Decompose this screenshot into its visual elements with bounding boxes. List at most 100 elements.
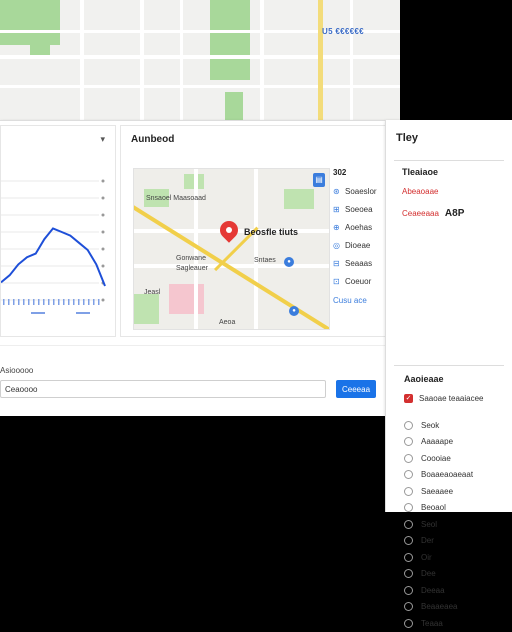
x-tick	[48, 299, 50, 305]
list-item[interactable]: ⊕ Aoehas	[333, 218, 381, 236]
filter-radio-option[interactable]: Aaaaape	[404, 434, 504, 451]
x-tick-label	[76, 312, 90, 314]
radio-label: Der	[421, 536, 434, 546]
radio-label: Aaaaape	[421, 437, 454, 447]
radio-label: Teaaa	[421, 618, 443, 628]
x-tick	[43, 299, 45, 305]
filter-checkbox[interactable]: ✓ Saaoae teaaiacee	[404, 394, 504, 403]
x-tick	[23, 299, 25, 305]
poi-icon[interactable]: ●	[289, 306, 299, 316]
list-item[interactable]: ⊡ Coeuor	[333, 272, 381, 290]
map-area-label: U5 €€€€€€	[322, 27, 364, 36]
list-item[interactable]: ◎ Dioeae	[333, 236, 381, 254]
summary-title: Tleaiaoe	[402, 167, 439, 177]
x-tick	[78, 299, 80, 305]
radio-label: Seol	[421, 519, 438, 529]
list-item-label: Seaaas	[345, 258, 373, 268]
map-street-label: Jeasl	[144, 289, 161, 296]
x-tick	[33, 299, 35, 305]
x-tick-label	[31, 312, 45, 314]
list-item-label: Coeuor	[345, 276, 372, 286]
summary-row: Ceaeeaaa A8P	[402, 208, 504, 219]
x-tick	[63, 299, 65, 305]
radio-label: Beaaeaea	[421, 602, 458, 612]
bank-icon: ⊟	[333, 258, 340, 268]
filter-radio-option[interactable]: Dee	[404, 566, 504, 583]
poi-list-header: 302	[333, 168, 347, 177]
embedded-map[interactable]: Snsaoel Maasoaad Gonwane Sagleauer Jeasl…	[133, 168, 330, 330]
hotel-icon: ⊕	[333, 222, 340, 232]
filter-radio-option[interactable]: Beoaol	[404, 500, 504, 517]
cafe-icon: ◎	[333, 240, 340, 250]
gridline-marker	[101, 179, 105, 183]
list-item-label: Dioeae	[345, 240, 371, 250]
checkbox-checked-icon: ✓	[404, 394, 413, 403]
map-layers-button[interactable]: ▤	[313, 173, 325, 187]
filter-section-title: Aaoieaae	[404, 374, 444, 384]
gridline-marker	[101, 196, 105, 200]
radio-label: Saeaaee	[421, 486, 454, 496]
shop-icon: ⊞	[333, 204, 340, 214]
filter-radio-option[interactable]: Deeaa	[404, 582, 504, 599]
list-item[interactable]: ⊟ Seaaas	[333, 254, 381, 272]
x-tick	[73, 299, 75, 305]
right-panel: Tley Tleaiaoe Abeaoaae Ceaeeaaa A8P Aaoie…	[385, 120, 512, 628]
gridline-marker	[101, 264, 105, 268]
x-tick	[93, 299, 95, 305]
radio-icon	[404, 470, 413, 480]
map-street-label: Snsaoel Maasoaad	[146, 195, 206, 202]
filter-radio-option[interactable]: Beaaeaea	[404, 599, 504, 616]
parking-icon: ⊡	[333, 276, 340, 286]
gridline-marker	[101, 247, 105, 251]
summary-row: Abeaoaae	[402, 187, 439, 196]
list-item[interactable]: ⊛ Soaeslor	[333, 182, 381, 200]
radio-icon	[404, 453, 413, 463]
search-input[interactable]	[0, 380, 326, 398]
x-tick	[28, 299, 30, 305]
line-chart	[1, 179, 106, 314]
checkbox-label: Saaoae teaaiacee	[419, 394, 484, 403]
radio-label: Dee	[421, 569, 436, 579]
radio-label: Beoaol	[421, 503, 446, 513]
radio-icon	[404, 569, 413, 579]
poi-icon[interactable]: ●	[284, 257, 294, 267]
list-item[interactable]: ⊞ Soeoea	[333, 200, 381, 218]
filter-radio-option[interactable]: Seok	[404, 417, 504, 434]
more-link[interactable]: Cusu ace	[333, 296, 381, 305]
map-street-label: Sagleauer	[176, 265, 208, 272]
x-tick	[83, 299, 85, 305]
filter-radio-option[interactable]: Seol	[404, 516, 504, 533]
filter-radio-option[interactable]: Oir	[404, 549, 504, 566]
list-item-label: Aoehas	[345, 222, 373, 232]
search-form: Asiooooo Ceeeaa	[0, 345, 385, 406]
x-tick	[3, 299, 5, 305]
background-map[interactable]: U5 €€€€€€	[0, 0, 400, 120]
map-card-header: Aunbeod	[131, 134, 175, 145]
filter-radio-option[interactable]: Teaaa	[404, 615, 504, 632]
map-card: Aunbeod Snsaoel Maasoaad Gonwane Sagleau…	[120, 125, 387, 337]
filter-radio-option[interactable]: Der	[404, 533, 504, 550]
filter-radio-option[interactable]: Coooiae	[404, 450, 504, 467]
filter-radio-option[interactable]: Saeaaee	[404, 483, 504, 500]
radio-icon	[404, 536, 413, 546]
map-street-label: Aeoa	[219, 319, 236, 326]
summary-row-label: Ceaeeaaa	[402, 209, 439, 218]
gridline-marker	[101, 298, 105, 302]
x-tick	[53, 299, 55, 305]
pin-label: Beosfle tiuts	[244, 227, 299, 237]
submit-button[interactable]: Ceeeaa	[336, 380, 376, 398]
gridline-marker	[101, 230, 105, 234]
x-tick	[8, 299, 10, 305]
radio-icon	[404, 552, 413, 562]
x-tick	[18, 299, 20, 305]
x-tick	[88, 299, 90, 305]
map-street-label: Gonwane	[176, 255, 206, 262]
filter-radio-option[interactable]: Boaaeaoaeaat	[404, 467, 504, 484]
restaurant-icon: ⊛	[333, 186, 340, 196]
chart-card: ▾	[0, 125, 116, 337]
summary-box: Tleaiaoe Abeaoaae Ceaeeaaa A8P	[394, 160, 504, 357]
radio-label: Coooiae	[421, 453, 451, 463]
location-pin-icon[interactable]	[216, 217, 242, 243]
x-tick	[68, 299, 70, 305]
x-tick	[38, 299, 40, 305]
